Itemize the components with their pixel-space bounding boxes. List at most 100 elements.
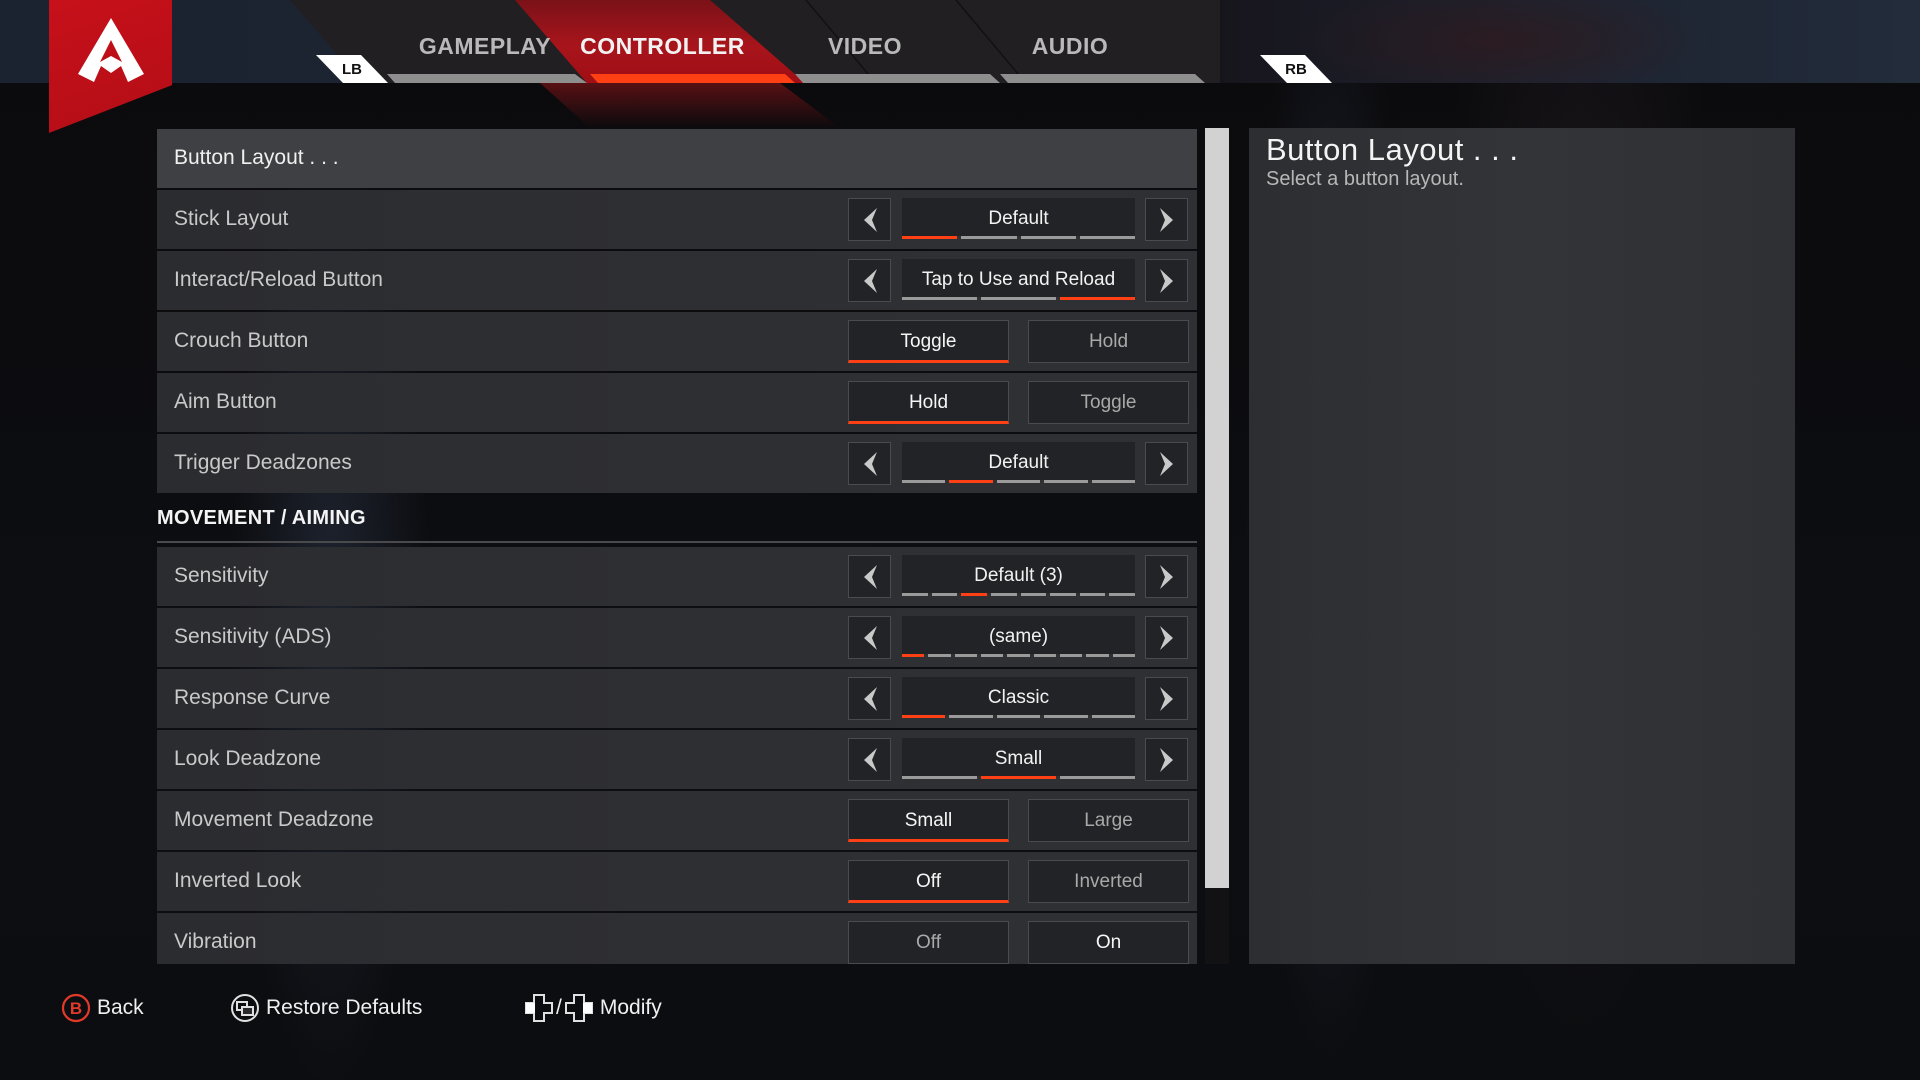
setting-row-sensitivity[interactable]: Sensitivity Default (3) [157, 547, 1197, 606]
option-position-indicator [902, 297, 1135, 300]
option-position-segment [1086, 654, 1109, 657]
chevron-right-icon [1158, 207, 1176, 233]
setting-row-aim-button[interactable]: Aim Button Hold Toggle [157, 373, 1197, 432]
tab-audio-underline [1000, 74, 1205, 83]
back-label: Back [97, 996, 144, 1019]
section-header-movement-aiming: MOVEMENT / AIMING [157, 495, 1197, 543]
option-value-box: Default [902, 442, 1135, 480]
option-large-button[interactable]: Large [1028, 799, 1189, 842]
next-option-button[interactable] [1145, 198, 1188, 241]
option-position-segment [949, 480, 993, 483]
setting-row-crouch-button[interactable]: Crouch Button Toggle Hold [157, 312, 1197, 371]
option-position-segment [1079, 236, 1135, 239]
previous-option-button[interactable] [848, 738, 891, 781]
setting-label: Movement Deadzone [174, 808, 374, 831]
tab-controller-underline [590, 74, 795, 83]
option-position-segment [990, 593, 1017, 596]
setting-row-trigger-deadzones[interactable]: Trigger Deadzones Default [157, 434, 1197, 493]
option-position-indicator [902, 593, 1135, 596]
option-small-button[interactable]: Small [848, 799, 1009, 842]
option-position-indicator [902, 654, 1135, 657]
setting-row-vibration[interactable]: Vibration Off On [157, 913, 1197, 964]
setting-label: Stick Layout [174, 207, 289, 230]
option-off-button[interactable]: Off [848, 860, 1009, 903]
option-value-box: Tap to Use and Reload [902, 259, 1135, 297]
option-inverted-button[interactable]: Inverted [1028, 860, 1189, 903]
modify-separator: / [556, 996, 562, 1019]
section-title: MOVEMENT / AIMING [157, 507, 366, 529]
option-position-segment [902, 236, 958, 239]
restore-defaults-label: Restore Defaults [266, 996, 423, 1019]
chevron-right-icon [1158, 451, 1176, 477]
option-position-segment [1007, 654, 1030, 657]
option-position-segment [1091, 715, 1136, 718]
tab-controller[interactable]: CONTROLLER [560, 33, 765, 63]
next-option-button[interactable] [1145, 738, 1188, 781]
next-option-button[interactable] [1145, 259, 1188, 302]
detail-panel: Button Layout . . . Select a button layo… [1249, 128, 1795, 964]
option-position-indicator [902, 236, 1135, 239]
tab-video-underline [795, 74, 1000, 83]
chevron-left-icon [861, 564, 879, 590]
option-value-box: Default [902, 198, 1135, 236]
chevron-left-icon [861, 686, 879, 712]
option-position-segment [1050, 593, 1076, 596]
modify-hint[interactable]: / Modify [524, 992, 662, 1024]
previous-option-button[interactable] [848, 677, 891, 720]
apex-logo-banner [49, 0, 172, 133]
setting-row-response-curve[interactable]: Response Curve Classic [157, 669, 1197, 728]
option-toggle-button[interactable]: Toggle [1028, 381, 1189, 424]
setting-row-inverted-look[interactable]: Inverted Look Off Inverted [157, 852, 1197, 911]
previous-option-button[interactable] [848, 259, 891, 302]
scrollbar-track[interactable] [1205, 128, 1229, 964]
option-position-segment [1059, 654, 1083, 657]
previous-option-button[interactable] [848, 616, 891, 659]
option-position-segment [902, 776, 977, 779]
back-button[interactable]: B Back [61, 992, 144, 1024]
scrollbar-thumb[interactable] [1205, 128, 1229, 888]
option-position-segment [954, 654, 977, 657]
detail-description: Select a button layout. [1266, 168, 1464, 190]
chevron-right-icon [1158, 686, 1176, 712]
option-toggle-button[interactable]: Toggle [848, 320, 1009, 363]
next-option-button[interactable] [1145, 616, 1188, 659]
dpad-left-icon [524, 993, 554, 1023]
active-tab-glow [540, 83, 840, 128]
previous-option-button[interactable] [848, 198, 891, 241]
option-position-indicator [902, 776, 1135, 779]
option-value: Default [988, 208, 1049, 229]
previous-option-button[interactable] [848, 442, 891, 485]
tab-gameplay[interactable]: GAMEPLAY [380, 33, 590, 63]
previous-option-button[interactable] [848, 555, 891, 598]
option-value: Classic [987, 687, 1050, 708]
tab-video[interactable]: VIDEO [765, 33, 965, 63]
option-position-segment [902, 297, 977, 300]
option-on-button[interactable]: On [1028, 921, 1189, 964]
option-position-segment [928, 654, 951, 657]
setting-label: Response Curve [174, 686, 331, 709]
option-hold-button[interactable]: Hold [1028, 320, 1189, 363]
option-position-segment [961, 236, 1017, 239]
option-position-segment [902, 593, 928, 596]
setting-row-sensitivity-ads[interactable]: Sensitivity (ADS) (same) [157, 608, 1197, 667]
option-value: Default (3) [974, 565, 1063, 586]
setting-row-look-deadzone[interactable]: Look Deadzone Small [157, 730, 1197, 789]
next-option-button[interactable] [1145, 555, 1188, 598]
restore-defaults-button[interactable]: Restore Defaults [230, 992, 422, 1024]
option-hold-button[interactable]: Hold [848, 381, 1009, 424]
option-off-button[interactable]: Off [848, 921, 1009, 964]
option-position-segment [1033, 654, 1056, 657]
setting-row-button-layout[interactable]: Button Layout . . . [157, 129, 1197, 188]
setting-row-stick-layout[interactable]: Stick Layout Default [157, 190, 1197, 249]
tab-audio: AUDIO [1031, 33, 1109, 59]
setting-row-interact-reload-button[interactable]: Interact/Reload Button Tap to Use and Rel… [157, 251, 1197, 310]
chevron-right-icon [1158, 625, 1176, 651]
setting-row-movement-deadzone[interactable]: Movement Deadzone Small Large [157, 791, 1197, 850]
next-option-button[interactable] [1145, 442, 1188, 485]
option-position-segment [1079, 593, 1106, 596]
setting-label: Trigger Deadzones [174, 451, 352, 474]
setting-label: Vibration [174, 930, 257, 953]
next-option-button[interactable] [1145, 677, 1188, 720]
setting-label: Look Deadzone [174, 747, 322, 770]
b-button-icon: B [61, 993, 91, 1023]
